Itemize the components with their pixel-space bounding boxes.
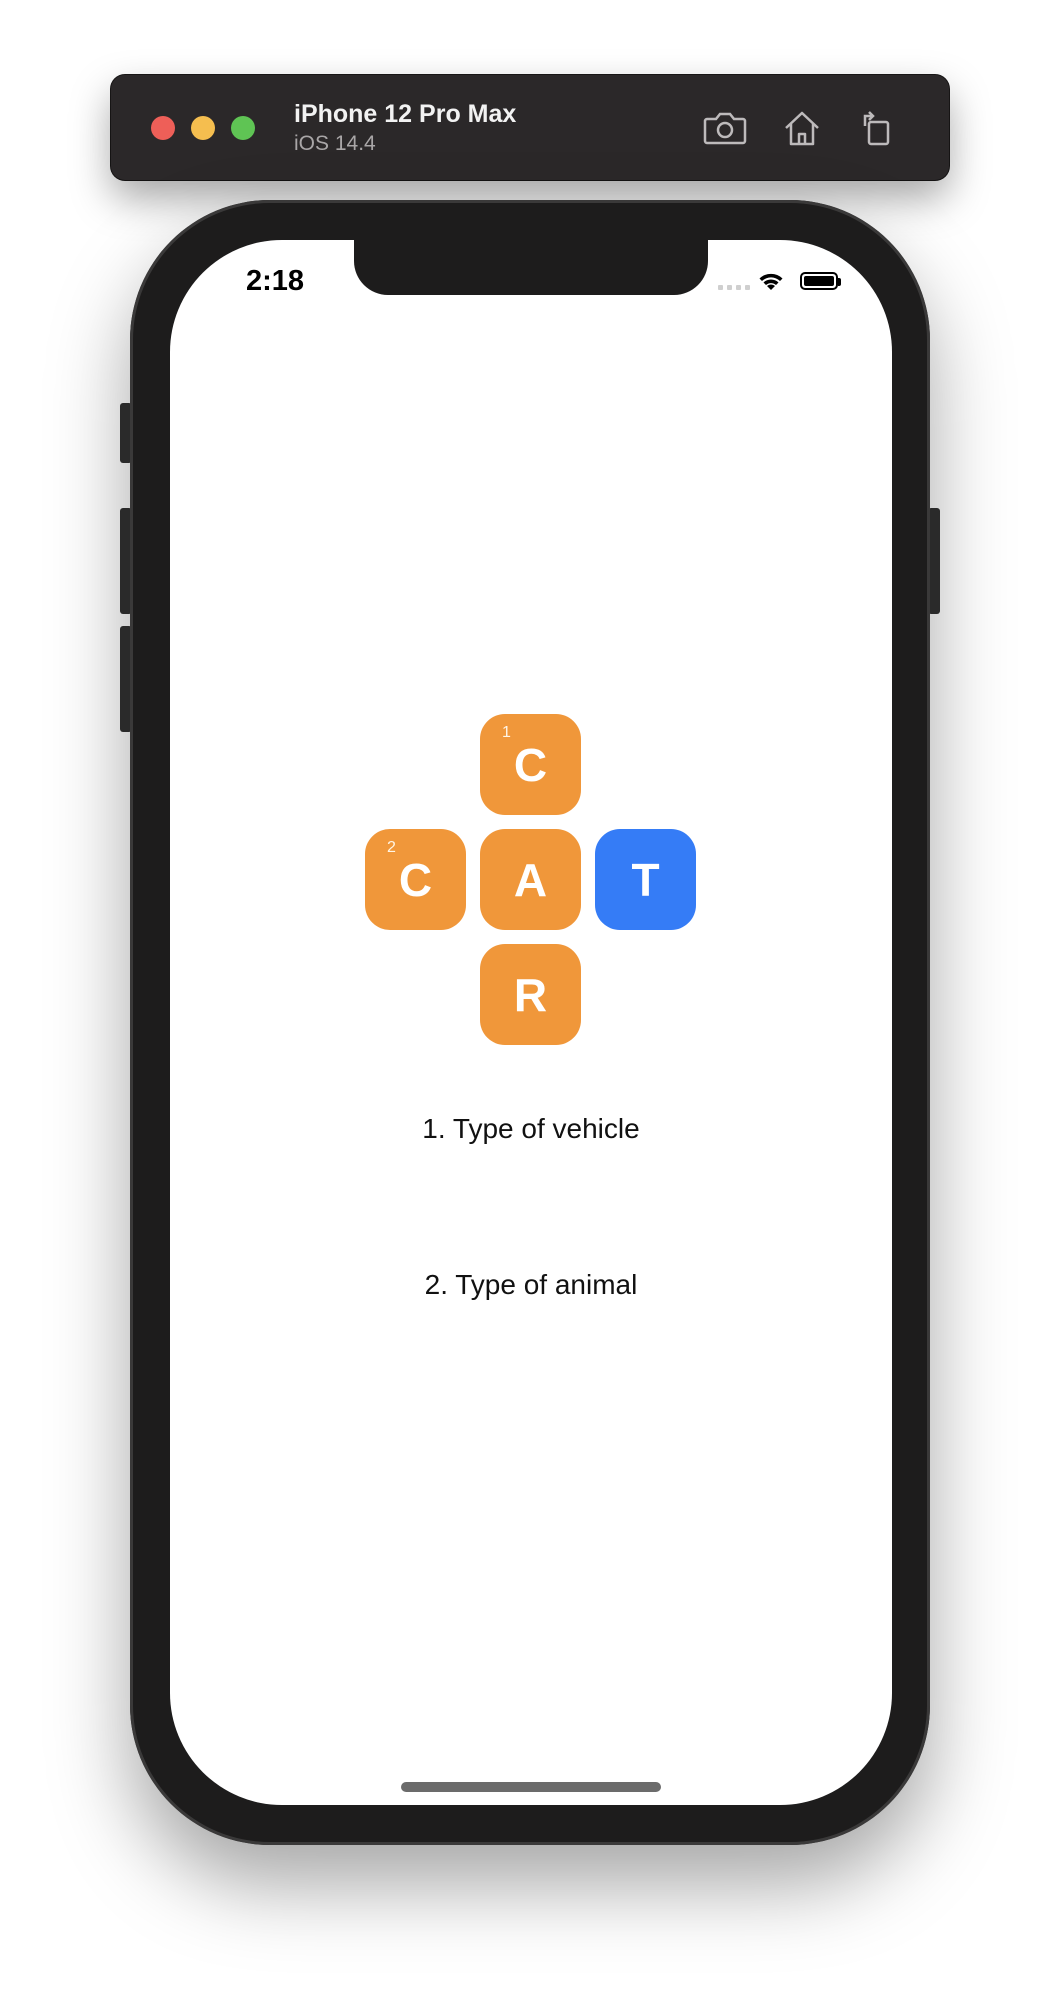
clue-number: 2 <box>387 839 396 856</box>
zoom-window-button[interactable] <box>231 116 255 140</box>
device-screen: 2:18 1 C 2 C A T R 1. Type of vehicle 2.… <box>170 240 892 1805</box>
crossword-tile-a[interactable]: A <box>480 829 581 930</box>
minimize-window-button[interactable] <box>191 116 215 140</box>
close-window-button[interactable] <box>151 116 175 140</box>
home-button[interactable] <box>779 105 825 151</box>
cellular-signal-icon <box>718 285 750 290</box>
notch <box>354 240 708 295</box>
status-time: 2:18 <box>246 265 305 297</box>
wifi-icon <box>759 273 783 290</box>
battery-icon <box>800 272 841 290</box>
os-version-label: iOS 14.4 <box>294 132 376 155</box>
simulator-stage: iPhone 12 Pro Max iOS 14.4 2:18 1 C 2 C … <box>0 0 1060 1996</box>
rotate-icon <box>863 111 890 146</box>
tile-letter: A <box>513 853 548 906</box>
rotate-button[interactable] <box>853 105 899 151</box>
tile-letter: C <box>398 853 433 906</box>
crossword-tile-r[interactable]: R <box>480 944 581 1045</box>
clue-animal: 2. Type of animal <box>424 1269 638 1300</box>
device-name-label: iPhone 12 Pro Max <box>294 100 517 128</box>
crossword-tile-c-1[interactable]: 1 C <box>480 714 581 815</box>
screenshot-icon <box>703 112 747 145</box>
crossword-tile-t-selected[interactable]: T <box>595 829 696 930</box>
clue-vehicle: 1. Type of vehicle <box>422 1113 640 1144</box>
tile-letter: C <box>513 738 548 791</box>
screenshot-button[interactable] <box>702 105 748 151</box>
crossword-tile-c-2[interactable]: 2 C <box>365 829 466 930</box>
clue-number: 1 <box>502 724 511 741</box>
tile-letter: R <box>513 968 548 1021</box>
home-indicator[interactable] <box>401 1782 661 1792</box>
tile-letter: T <box>631 853 660 906</box>
home-icon <box>785 111 819 146</box>
simulator-titlebar: iPhone 12 Pro Max iOS 14.4 <box>111 75 949 180</box>
